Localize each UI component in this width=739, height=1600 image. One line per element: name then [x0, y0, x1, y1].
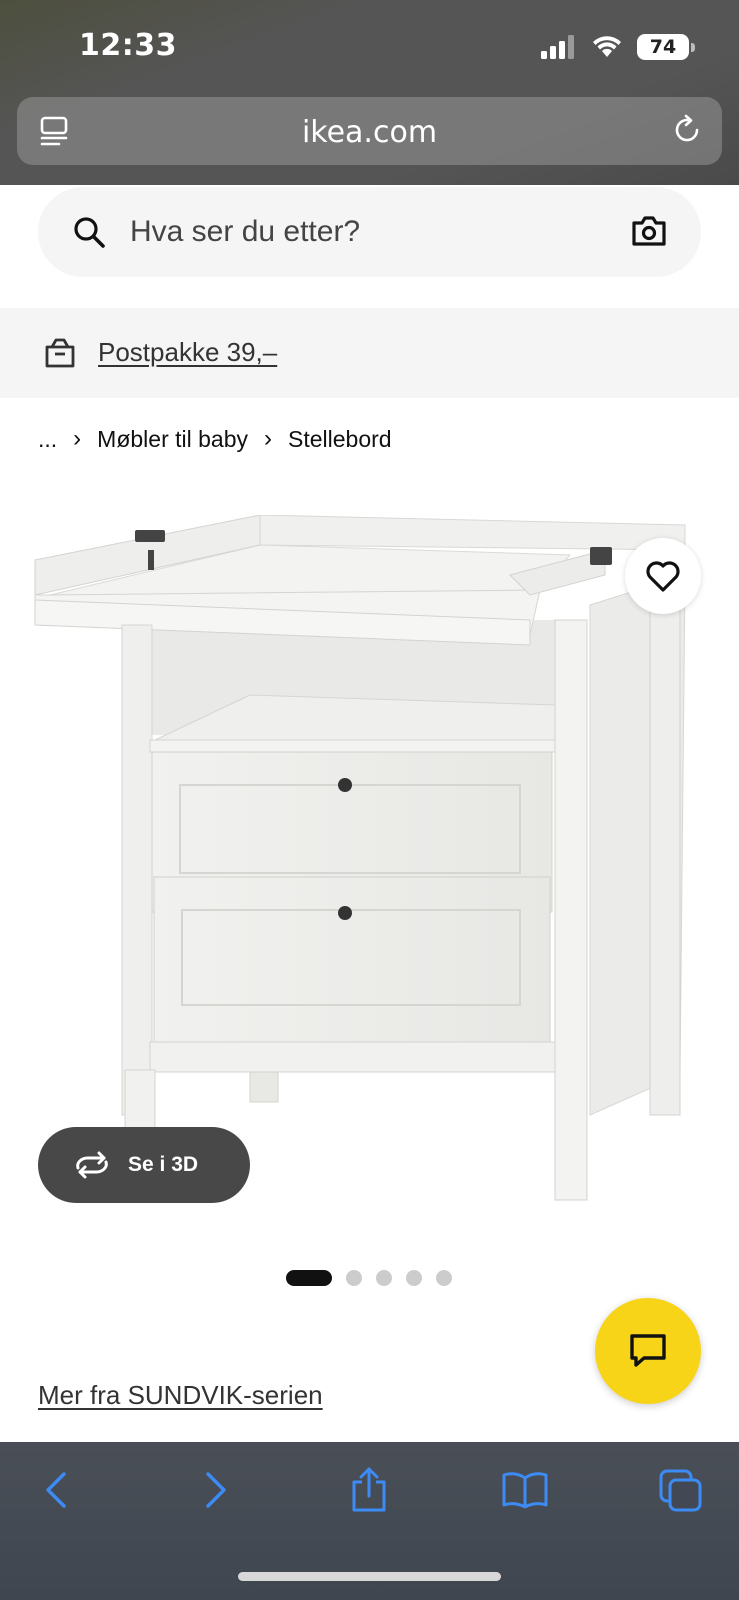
wifi-icon [593, 36, 621, 57]
heart-icon [646, 561, 680, 592]
chat-icon [630, 1334, 666, 1367]
view-3d-label: Se i 3D [128, 1153, 199, 1176]
search-input[interactable]: Hva ser du etter? [38, 187, 701, 277]
forward-icon[interactable] [198, 1470, 232, 1510]
carousel-dot[interactable] [436, 1270, 452, 1286]
view-3d-button[interactable]: Se i 3D [38, 1127, 250, 1203]
breadcrumb-item-changing-table[interactable]: Stellebord [288, 426, 392, 453]
search-icon [74, 217, 105, 248]
search-placeholder: Hva ser du etter? [130, 215, 361, 248]
carousel-dot[interactable] [376, 1270, 392, 1286]
reload-icon[interactable] [670, 113, 704, 147]
breadcrumb: ... › Møbler til baby › Stellebord [38, 425, 392, 453]
signal-icon [541, 35, 574, 59]
chevron-right-icon: › [73, 425, 82, 452]
browser-top-chrome: 12:33 74 ikea.com [0, 0, 739, 185]
carousel-dot[interactable] [346, 1270, 362, 1286]
bookmarks-icon[interactable] [500, 1470, 550, 1510]
chat-button[interactable] [595, 1298, 701, 1404]
parcel-icon [45, 338, 75, 368]
battery-icon: 74 [637, 34, 695, 60]
rotate-3d-icon [76, 1151, 108, 1179]
back-icon[interactable] [40, 1470, 74, 1510]
home-indicator[interactable] [238, 1572, 501, 1581]
breadcrumb-item-baby-furniture[interactable]: Møbler til baby [97, 426, 248, 453]
tabs-icon[interactable] [658, 1468, 704, 1514]
chevron-right-icon: › [264, 425, 272, 452]
favorite-button[interactable] [625, 538, 701, 614]
camera-icon[interactable] [631, 214, 667, 248]
url-bar[interactable]: ikea.com [17, 97, 722, 165]
status-icons: 74 [541, 34, 695, 60]
url-text[interactable]: ikea.com [17, 115, 722, 150]
image-carousel-indicator [286, 1270, 452, 1286]
carousel-dot[interactable] [286, 1270, 332, 1286]
share-icon[interactable] [348, 1466, 390, 1514]
series-link[interactable]: Mer fra SUNDVIK-serien [38, 1380, 323, 1411]
status-time: 12:33 [79, 28, 177, 63]
breadcrumb-ellipsis[interactable]: ... [38, 426, 57, 453]
shipping-link[interactable]: Postpakke 39,– [98, 337, 277, 368]
shipping-banner: Postpakke 39,– [0, 308, 739, 398]
carousel-dot[interactable] [406, 1270, 422, 1286]
